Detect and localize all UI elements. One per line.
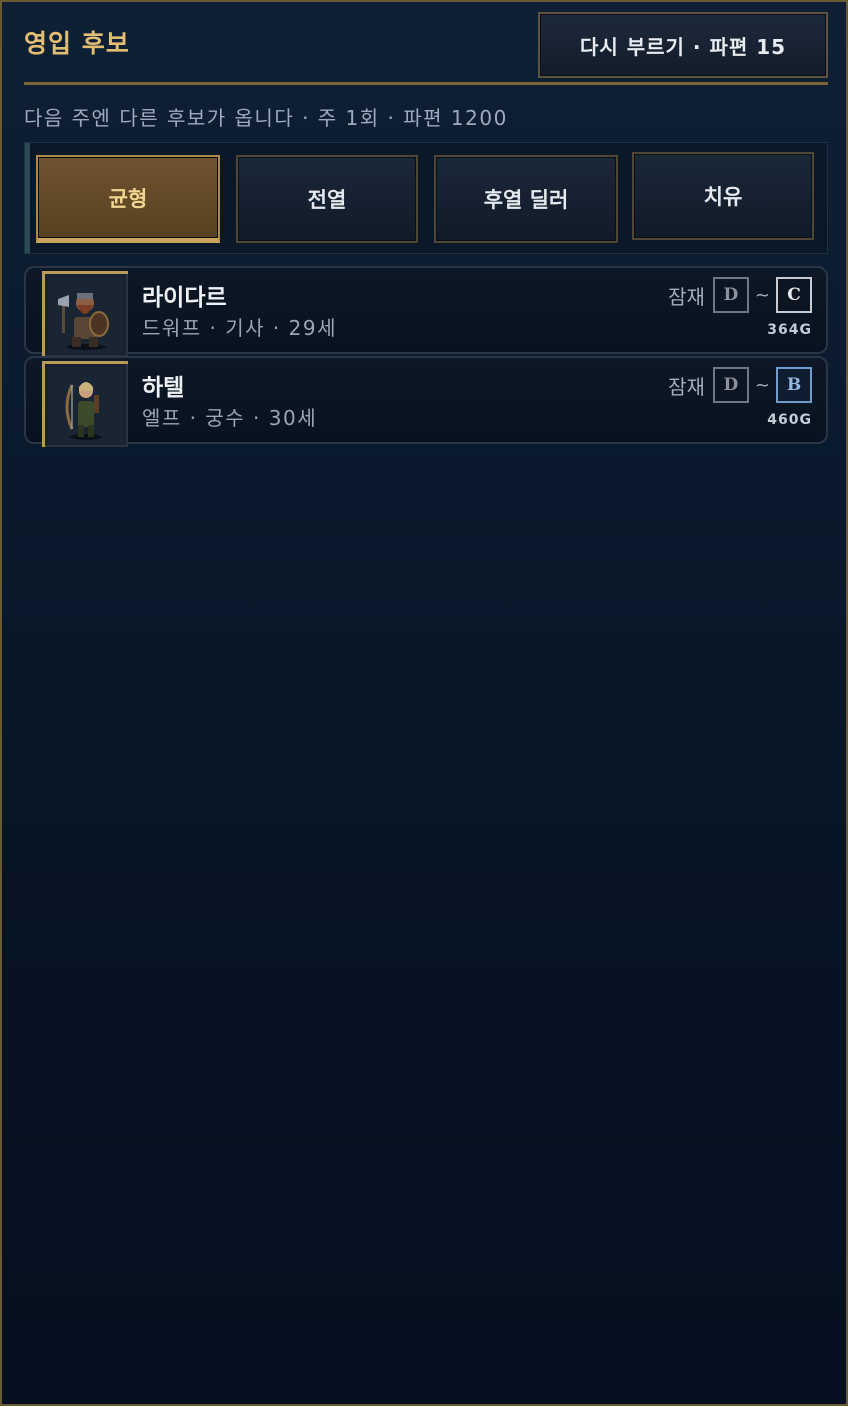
filter-balanced-button[interactable]: 균형 [36, 155, 220, 243]
potential-range: 잠재 D ~ B [668, 366, 812, 404]
candidate-card[interactable]: 라이다르 드워프 · 기사 · 29세 잠재 D ~ C 364G [24, 266, 828, 357]
refresh-info: 다음 주엔 다른 후보가 옵니다 · 주 1회 · 파편 1200 [24, 106, 508, 130]
candidate-meta: 엘프 · 궁수 · 30세 [142, 406, 318, 430]
range-tilde: ~ [754, 284, 770, 306]
range-tilde: ~ [754, 374, 770, 396]
potential-label: 잠재 [668, 374, 705, 399]
filter-healer-button[interactable]: 치유 [632, 152, 814, 240]
title-divider [24, 82, 828, 85]
candidate-card[interactable]: 하텔 엘프 · 궁수 · 30세 잠재 D ~ B 460G [24, 356, 828, 447]
filter-backline-dps-button[interactable]: 후열 딜러 [434, 155, 618, 243]
hire-price: 364G [767, 322, 812, 338]
candidate-meta: 드워프 · 기사 · 29세 [142, 316, 337, 340]
filter-bar-accent [25, 143, 30, 253]
potential-label: 잠재 [668, 284, 705, 309]
elf-archer-portrait-icon [42, 361, 128, 447]
candidate-name: 하텔 [142, 375, 185, 401]
hire-price: 460G [767, 412, 812, 428]
panel-title: 영입 후보 [24, 29, 130, 58]
reroll-button[interactable]: 다시 부르기 · 파편 15 [538, 12, 828, 78]
grade-max-badge: B [776, 367, 812, 403]
dwarf-knight-portrait-icon [42, 271, 128, 357]
grade-max-badge: C [776, 277, 812, 313]
grade-min-badge: D [712, 277, 749, 313]
filter-frontline-button[interactable]: 전열 [236, 155, 418, 243]
recruit-panel: 영입 후보 다시 부르기 · 파편 15 다음 주엔 다른 후보가 옵니다 · … [0, 0, 848, 1406]
potential-range: 잠재 D ~ C [668, 276, 812, 314]
role-filter-bar: 균형 전열 후열 딜러 치유 [24, 142, 828, 254]
grade-min-badge: D [712, 367, 749, 403]
candidate-name: 라이다르 [142, 285, 227, 311]
